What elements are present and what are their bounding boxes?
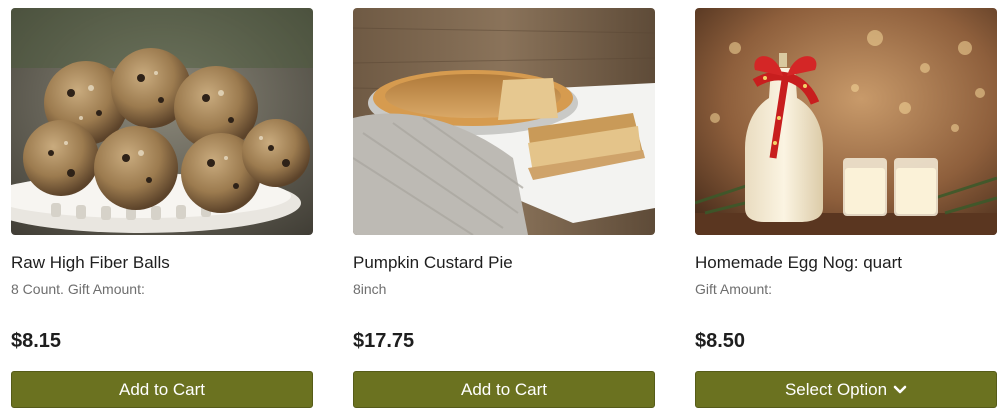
add-to-cart-button[interactable]: Add to Cart [353,371,655,408]
button-label: Add to Cart [119,379,205,399]
chevron-down-icon [893,385,907,393]
product-title[interactable]: Homemade Egg Nog: quart [695,253,902,273]
product-card: Raw High Fiber Balls 8 Count. Gift Amoun… [11,8,313,410]
product-price: $8.15 [11,330,62,352]
product-card: Homemade Egg Nog: quart Gift Amount: $8.… [695,8,997,410]
fiber-balls-photo [11,8,313,235]
product-price: $17.75 [353,330,415,352]
product-image[interactable] [353,8,655,235]
egg-nog-photo [695,8,997,235]
select-option-button[interactable]: Select Option [695,371,997,408]
product-image[interactable] [11,8,313,235]
product-image[interactable] [695,8,997,235]
pumpkin-pie-photo [353,8,655,235]
product-subtitle: Gift Amount: [695,281,773,297]
product-title[interactable]: Raw High Fiber Balls [11,253,170,273]
product-subtitle: 8inch [353,281,387,297]
product-price: $8.50 [695,330,746,352]
product-subtitle: 8 Count. Gift Amount: [11,281,145,297]
button-label: Add to Cart [461,379,547,399]
button-label: Select Option [784,379,888,399]
product-card: Pumpkin Custard Pie 8inch $17.75 Add to … [353,8,655,410]
add-to-cart-button[interactable]: Add to Cart [11,371,313,408]
product-title[interactable]: Pumpkin Custard Pie [353,253,513,273]
